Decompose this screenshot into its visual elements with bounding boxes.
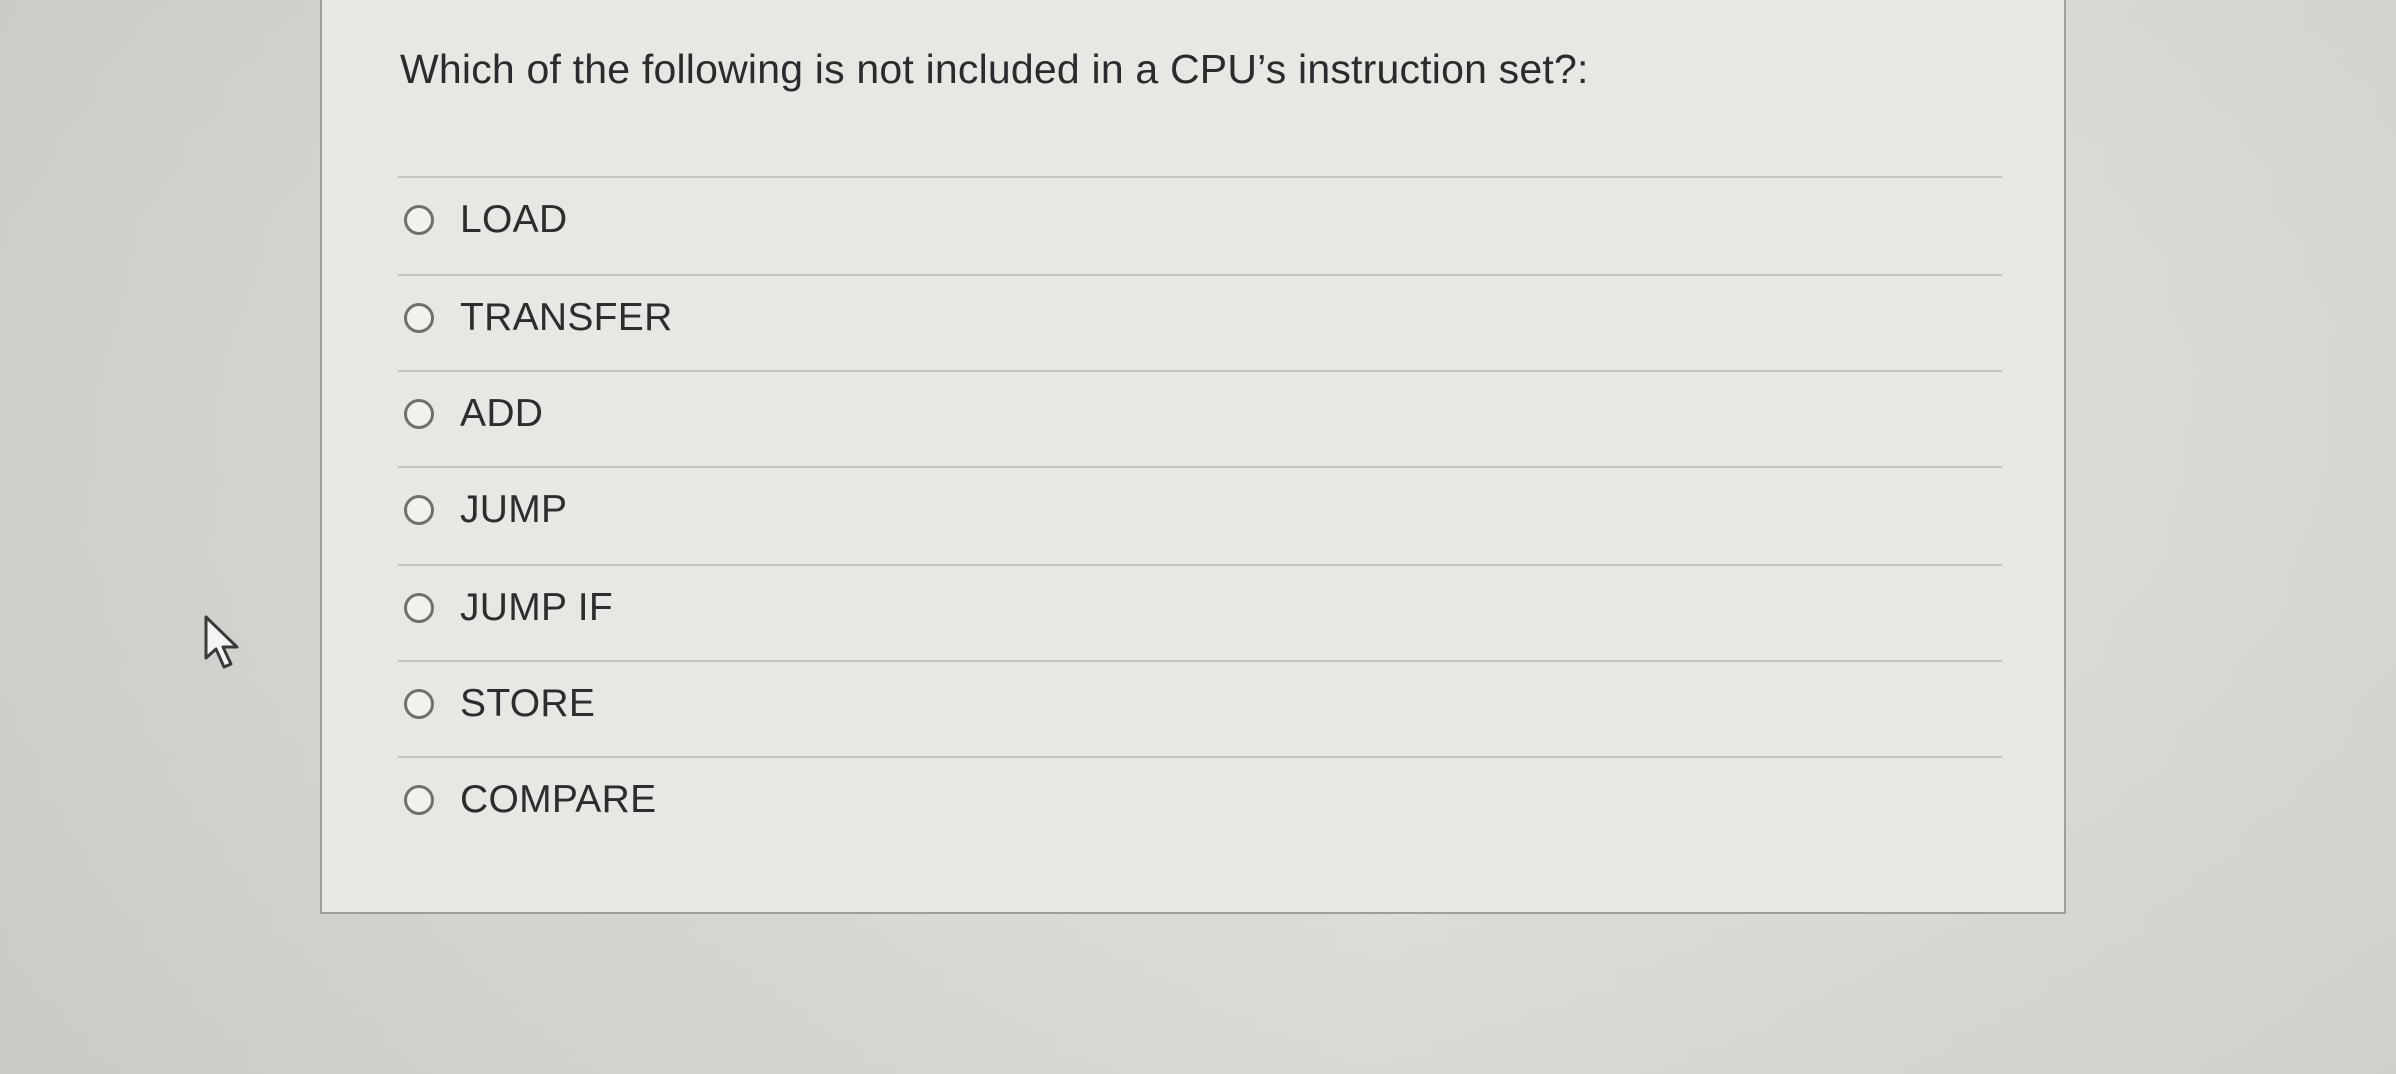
answer-option-transfer[interactable]: TRANSFER (404, 288, 673, 348)
answer-label: TRANSFER (460, 296, 673, 339)
answer-label: JUMP (460, 488, 568, 531)
radio-unselected-icon[interactable] (404, 689, 434, 719)
radio-unselected-icon[interactable] (404, 593, 434, 623)
answer-label: COMPARE (460, 778, 657, 821)
divider (398, 274, 2002, 276)
divider (398, 370, 2002, 372)
divider (398, 466, 2002, 468)
answer-option-jump[interactable]: JUMP (404, 480, 567, 540)
divider (398, 176, 2002, 178)
answer-option-load[interactable]: LOAD (404, 190, 567, 250)
divider (398, 564, 2002, 566)
answer-label: LOAD (460, 198, 568, 241)
radio-unselected-icon[interactable] (404, 785, 434, 815)
divider (398, 660, 2002, 662)
answer-option-add[interactable]: ADD (404, 384, 543, 444)
radio-unselected-icon[interactable] (404, 205, 434, 235)
divider (398, 756, 2002, 758)
answer-label: ADD (460, 392, 544, 435)
radio-unselected-icon[interactable] (404, 399, 434, 429)
mouse-pointer-icon (204, 615, 239, 669)
answer-option-compare[interactable]: COMPARE (404, 770, 656, 830)
answer-option-store[interactable]: STORE (404, 674, 595, 734)
radio-unselected-icon[interactable] (404, 303, 434, 333)
question-text: Which of the following is not included i… (400, 46, 1589, 92)
answer-label: STORE (460, 682, 596, 725)
quiz-question-card: Which of the following is not included i… (320, 0, 2066, 914)
answer-label: JUMP IF (460, 586, 614, 629)
answer-option-jump-if[interactable]: JUMP IF (404, 578, 613, 638)
radio-unselected-icon[interactable] (404, 495, 434, 525)
